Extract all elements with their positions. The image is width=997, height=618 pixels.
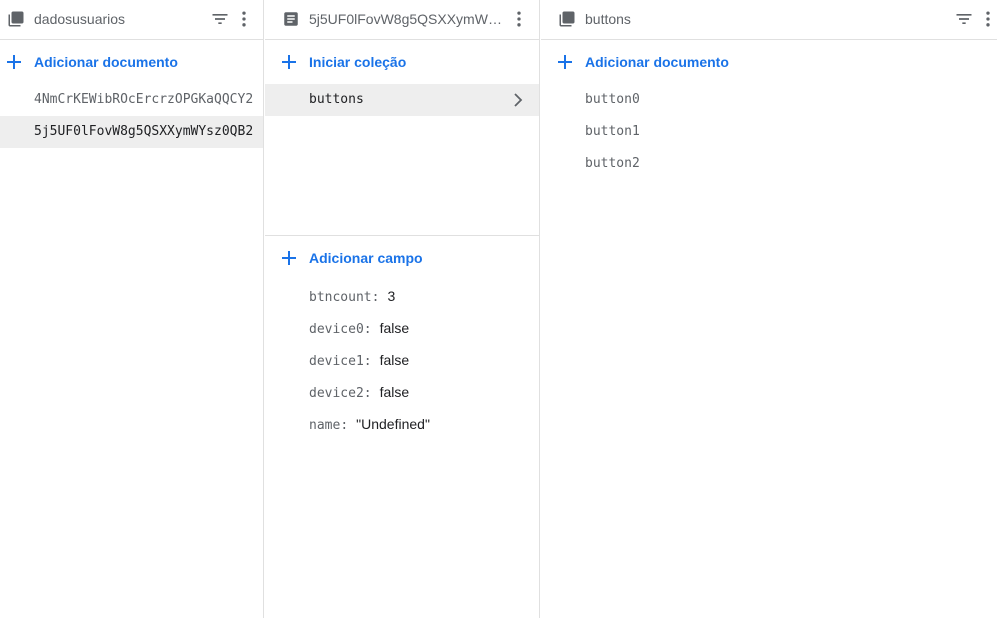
- field-value: false: [379, 352, 410, 368]
- more-vert-icon: [517, 11, 521, 27]
- more-vert-icon: [986, 11, 990, 27]
- document-panel: 5j5UF0lFovW8g5QSXXymWYs... Iniciar coleç…: [265, 0, 540, 618]
- more-options-button[interactable]: [977, 8, 997, 30]
- collection-panel-buttons: buttons Adicionar documento button0 butt…: [541, 0, 997, 618]
- subcollection-item-buttons[interactable]: buttons: [265, 84, 539, 116]
- document-item[interactable]: 4NmCrKEWibROcErcrzOPGKaQQCY2: [0, 84, 263, 116]
- add-document-button[interactable]: Adicionar documento: [541, 44, 997, 80]
- document-id: 5j5UF0lFovW8g5QSXXymWYsz0QB2: [34, 124, 254, 139]
- document-item-selected[interactable]: 5j5UF0lFovW8g5QSXXymWYsz0QB2: [0, 116, 263, 148]
- add-document-label: Adicionar documento: [34, 54, 178, 70]
- add-field-label: Adicionar campo: [309, 250, 423, 266]
- document-icon: [284, 12, 298, 26]
- plus-icon: [282, 251, 296, 265]
- filter-button[interactable]: [953, 8, 975, 30]
- panel-header: buttons: [541, 0, 997, 40]
- panel-header: dadosusuarios: [0, 0, 263, 40]
- field-key: btncount: [309, 290, 372, 305]
- add-document-label: Adicionar documento: [585, 54, 729, 70]
- field-key: device0: [309, 322, 364, 337]
- collection-title: buttons: [585, 11, 631, 27]
- collection-icon: [559, 11, 575, 27]
- more-options-button[interactable]: [233, 8, 255, 30]
- field-row[interactable]: device0: false: [309, 320, 409, 340]
- document-id: 4NmCrKEWibROcErcrzOPGKaQQCY2: [34, 92, 254, 107]
- field-value: "Undefined": [356, 416, 430, 432]
- document-title: 5j5UF0lFovW8g5QSXXymWYs...: [309, 11, 509, 27]
- plus-icon: [558, 55, 572, 69]
- more-options-button[interactable]: [508, 8, 530, 30]
- collection-icon: [8, 11, 24, 27]
- collection-title: dadosusuarios: [34, 11, 126, 27]
- document-item-button2[interactable]: button2: [585, 156, 640, 171]
- start-collection-label: Iniciar coleção: [309, 54, 407, 70]
- plus-icon: [282, 55, 296, 69]
- collection-panel-dadosusuarios: dadosusuarios Adicionar documento 4NmCrK…: [0, 0, 264, 618]
- field-key: name: [309, 418, 341, 433]
- panel-header: 5j5UF0lFovW8g5QSXXymWYs...: [265, 0, 539, 40]
- section-divider: [265, 235, 539, 236]
- document-item-button0[interactable]: button0: [585, 92, 640, 107]
- filter-icon: [956, 14, 972, 24]
- more-vert-icon: [242, 11, 246, 27]
- add-document-button[interactable]: Adicionar documento: [0, 44, 263, 80]
- plus-icon: [7, 55, 21, 69]
- field-key: device2: [309, 386, 364, 401]
- document-item-button1[interactable]: button1: [585, 124, 640, 139]
- filter-button[interactable]: [209, 8, 231, 30]
- field-value: 3: [387, 288, 396, 304]
- field-value: false: [379, 384, 410, 400]
- field-row[interactable]: btncount: 3: [309, 288, 395, 308]
- subcollection-name: buttons: [309, 92, 364, 107]
- add-field-button[interactable]: Adicionar campo: [265, 240, 539, 276]
- field-key: device1: [309, 354, 364, 369]
- start-collection-button[interactable]: Iniciar coleção: [265, 44, 539, 80]
- chevron-right-icon: [514, 93, 523, 107]
- field-row[interactable]: device1: false: [309, 352, 409, 372]
- filter-icon: [212, 14, 228, 24]
- field-row[interactable]: name: "Undefined": [309, 416, 430, 436]
- field-value: false: [379, 320, 410, 336]
- field-row[interactable]: device2: false: [309, 384, 409, 404]
